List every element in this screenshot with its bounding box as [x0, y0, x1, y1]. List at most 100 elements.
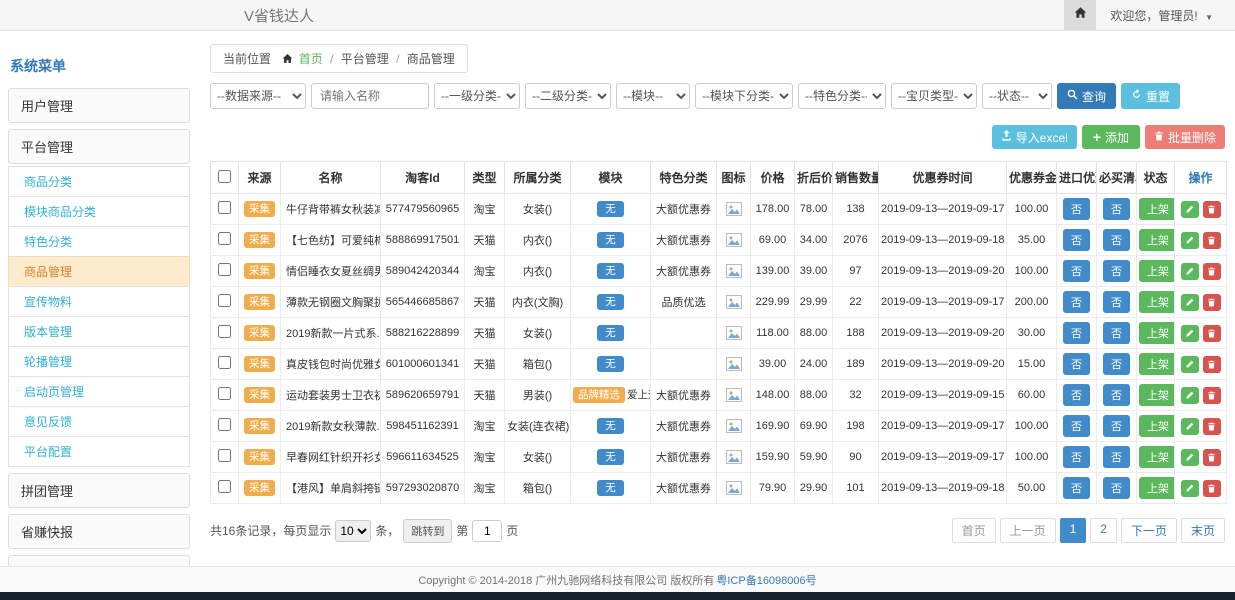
status-button[interactable]: 上架 [1139, 322, 1175, 344]
row-checkbox[interactable] [218, 294, 231, 307]
import-select-toggle[interactable]: 否 [1063, 446, 1090, 468]
edit-button[interactable] [1181, 356, 1199, 373]
edit-button[interactable] [1181, 480, 1199, 497]
status-button[interactable]: 上架 [1139, 415, 1175, 437]
status-button[interactable]: 上架 [1139, 477, 1175, 499]
delete-button[interactable] [1203, 263, 1221, 280]
status-button[interactable]: 上架 [1139, 446, 1175, 468]
user-menu[interactable]: 欢迎您，管理员! ▼ [1096, 7, 1235, 24]
sidebar-subitem-active[interactable]: 商品管理 [8, 256, 190, 287]
delete-button[interactable] [1203, 480, 1221, 497]
status-button[interactable]: 上架 [1139, 353, 1175, 375]
must-buy-toggle[interactable]: 否 [1103, 322, 1130, 344]
sidebar-group-user-management[interactable]: 用户管理 [8, 88, 190, 123]
filter-select-level2-category[interactable]: --二级分类-- [525, 83, 611, 109]
import-select-toggle[interactable]: 否 [1063, 477, 1090, 499]
sidebar-group[interactable]: 消息管理 [8, 555, 190, 566]
home-button[interactable] [1064, 0, 1096, 30]
import-select-toggle[interactable]: 否 [1063, 198, 1090, 220]
pager-page-2[interactable]: 2 [1090, 518, 1117, 543]
edit-button[interactable] [1181, 418, 1199, 435]
edit-button[interactable] [1181, 325, 1199, 342]
import-select-toggle[interactable]: 否 [1063, 291, 1090, 313]
status-button[interactable]: 上架 [1139, 198, 1175, 220]
filter-select-status[interactable]: --状态-- [982, 83, 1052, 109]
batch-delete-button[interactable]: 批量删除 [1145, 125, 1225, 149]
delete-button[interactable] [1203, 294, 1221, 311]
sidebar-subitem[interactable]: 意见反馈 [8, 406, 190, 437]
edit-button[interactable] [1181, 263, 1199, 280]
jump-button[interactable]: 跳转到 [403, 519, 452, 543]
must-buy-toggle[interactable]: 否 [1103, 291, 1130, 313]
sidebar-group[interactable]: 拼团管理 [8, 473, 190, 508]
status-button[interactable]: 上架 [1139, 291, 1175, 313]
must-buy-toggle[interactable]: 否 [1103, 446, 1130, 468]
sidebar-subitem[interactable]: 特色分类 [8, 226, 190, 257]
must-buy-toggle[interactable]: 否 [1103, 353, 1130, 375]
sidebar-group[interactable]: 省赚快报 [8, 514, 190, 549]
sidebar-subitem[interactable]: 商品分类 [8, 166, 190, 197]
filter-select-module[interactable]: --模块-- [616, 83, 690, 109]
sidebar-subitem[interactable]: 轮播管理 [8, 346, 190, 377]
status-button[interactable]: 上架 [1139, 229, 1175, 251]
filter-select-data-source[interactable]: --数据来源-- [210, 83, 306, 109]
pager-first[interactable]: 首页 [952, 518, 996, 543]
must-buy-toggle[interactable]: 否 [1103, 229, 1130, 251]
delete-button[interactable] [1203, 418, 1221, 435]
must-buy-toggle[interactable]: 否 [1103, 415, 1130, 437]
row-checkbox[interactable] [218, 325, 231, 338]
status-button[interactable]: 上架 [1139, 384, 1175, 406]
edit-button[interactable] [1181, 294, 1199, 311]
row-checkbox[interactable] [218, 418, 231, 431]
delete-button[interactable] [1203, 387, 1221, 404]
import-select-toggle[interactable]: 否 [1063, 260, 1090, 282]
sidebar-subitem[interactable]: 版本管理 [8, 316, 190, 347]
row-checkbox[interactable] [218, 387, 231, 400]
sidebar-subitem[interactable]: 模块商品分类 [8, 196, 190, 227]
icp-link[interactable]: 粤ICP备16098006号 [716, 572, 816, 588]
delete-button[interactable] [1203, 232, 1221, 249]
filter-select-feature-category[interactable]: --特色分类-- [798, 83, 886, 109]
must-buy-toggle[interactable]: 否 [1103, 260, 1130, 282]
pager-next[interactable]: 下一页 [1121, 518, 1177, 543]
row-checkbox[interactable] [218, 232, 231, 245]
pager-page-1[interactable]: 1 [1060, 518, 1087, 543]
import-select-toggle[interactable]: 否 [1063, 322, 1090, 344]
name-search-input[interactable] [311, 83, 429, 109]
delete-button[interactable] [1203, 356, 1221, 373]
jump-page-input[interactable] [472, 520, 502, 542]
add-button[interactable]: + 添加 [1082, 125, 1140, 149]
edit-button[interactable] [1181, 232, 1199, 249]
import-select-toggle[interactable]: 否 [1063, 353, 1090, 375]
must-buy-toggle[interactable]: 否 [1103, 384, 1130, 406]
edit-button[interactable] [1181, 449, 1199, 466]
reset-button[interactable]: 重置 [1121, 83, 1180, 109]
delete-button[interactable] [1203, 201, 1221, 218]
query-button[interactable]: 查询 [1057, 83, 1116, 109]
sidebar-subitem[interactable]: 宣传物料 [8, 286, 190, 317]
import-excel-button[interactable]: 导入excel [992, 125, 1077, 149]
must-buy-toggle[interactable]: 否 [1103, 198, 1130, 220]
filter-select-level1-category[interactable]: --一级分类-- [434, 83, 520, 109]
sidebar-subitem[interactable]: 启动页管理 [8, 376, 190, 407]
filter-select-item-type[interactable]: --宝贝类型-- [891, 83, 977, 109]
status-button[interactable]: 上架 [1139, 260, 1175, 282]
page-size-select[interactable]: 10 [335, 520, 371, 542]
row-checkbox[interactable] [218, 356, 231, 369]
delete-button[interactable] [1203, 449, 1221, 466]
row-checkbox[interactable] [218, 449, 231, 462]
edit-button[interactable] [1181, 201, 1199, 218]
select-all-checkbox[interactable] [218, 170, 231, 183]
must-buy-toggle[interactable]: 否 [1103, 477, 1130, 499]
breadcrumb-home-link[interactable]: 首页 [299, 52, 323, 66]
row-checkbox[interactable] [218, 201, 231, 214]
delete-button[interactable] [1203, 325, 1221, 342]
sidebar-subitem[interactable]: 平台配置 [8, 436, 190, 467]
pager-last[interactable]: 末页 [1181, 518, 1225, 543]
sidebar-group-platform-management[interactable]: 平台管理 [8, 129, 190, 164]
filter-select-module-subcategory[interactable]: --模块下分类-- [695, 83, 793, 109]
import-select-toggle[interactable]: 否 [1063, 384, 1090, 406]
edit-button[interactable] [1181, 387, 1199, 404]
pager-prev[interactable]: 上一页 [1000, 518, 1056, 543]
import-select-toggle[interactable]: 否 [1063, 415, 1090, 437]
